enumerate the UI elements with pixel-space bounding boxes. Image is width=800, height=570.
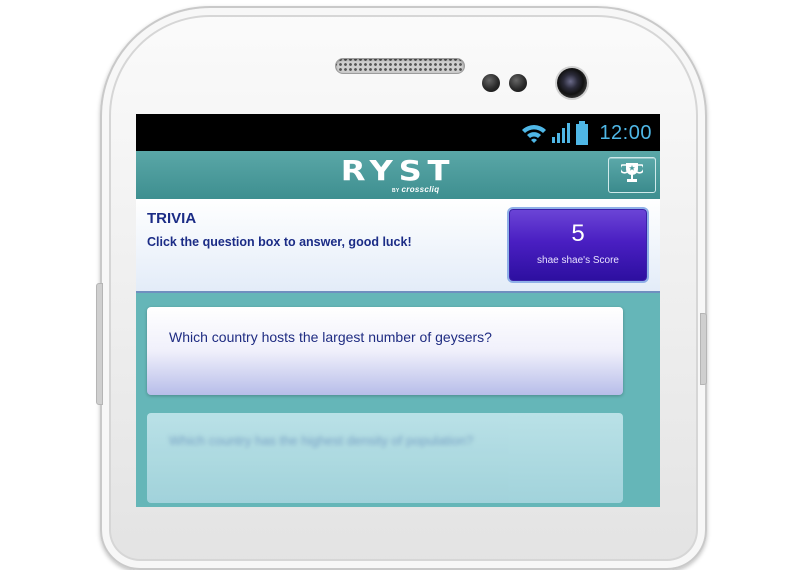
- signal-icon: [551, 122, 571, 144]
- wifi-icon: [521, 122, 547, 144]
- trivia-info-panel: TRIVIA Click the question box to answer,…: [136, 199, 660, 293]
- logo-wordmark: RYST: [340, 154, 456, 187]
- power-button: [700, 313, 707, 385]
- question-card[interactable]: Which country hosts the largest number o…: [147, 307, 623, 395]
- score-value: 5: [571, 220, 585, 247]
- earpiece-speaker: [335, 58, 465, 74]
- score-badge: 5 shae shae's Score: [509, 209, 647, 281]
- status-clock: 12:00: [599, 121, 652, 144]
- status-bar: 12:00: [136, 114, 660, 151]
- battery-icon: [575, 121, 589, 145]
- question-text: Which country hosts the largest number o…: [169, 329, 492, 345]
- light-sensor: [509, 74, 527, 92]
- phone-screen: 12:00 RYST BY crosscliq TRIVIA Click the …: [136, 114, 660, 507]
- app-header: RYST BY crosscliq: [136, 151, 660, 199]
- question-card[interactable]: Which country has the highest density of…: [147, 413, 623, 503]
- trivia-title: TRIVIA: [147, 210, 197, 227]
- trophy-icon: [619, 161, 645, 190]
- status-icons: 12:00: [521, 118, 652, 148]
- logo-byline: BY crosscliq: [392, 185, 440, 194]
- question-text: Which country has the highest density of…: [169, 433, 474, 448]
- trivia-instructions: Click the question box to answer, good l…: [147, 235, 412, 249]
- front-camera: [557, 68, 587, 98]
- volume-button: [96, 283, 103, 405]
- proximity-sensor: [482, 74, 500, 92]
- ryst-logo: RYST BY crosscliq: [136, 154, 660, 195]
- leaderboard-button[interactable]: [608, 157, 656, 193]
- question-list: Which country hosts the largest number o…: [136, 293, 660, 507]
- score-label: shae shae's Score: [537, 255, 619, 266]
